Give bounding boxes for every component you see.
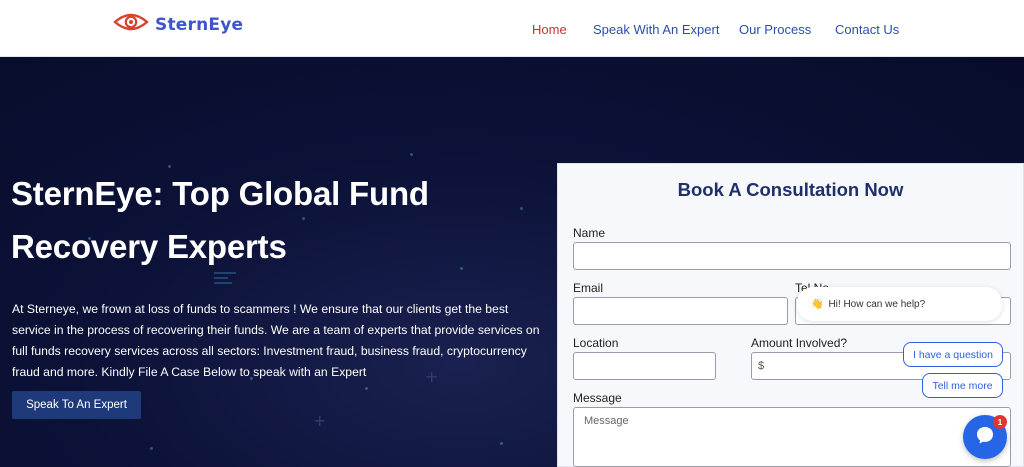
speak-to-expert-button[interactable]: Speak To An Expert — [12, 391, 141, 419]
nav-our-process[interactable]: Our Process — [739, 22, 811, 37]
hero-title-line2: Recovery Experts — [11, 228, 287, 265]
hero-title: SternEye: Top Global Fund Recovery Exper… — [11, 167, 481, 273]
chat-icon — [974, 424, 996, 451]
brand-name: SternEye — [155, 14, 244, 35]
chat-greeting-text: Hi! How can we help? — [828, 298, 926, 310]
hero-title-line1: SternEye: Top Global Fund — [11, 175, 429, 212]
nav-contact-us[interactable]: Contact Us — [835, 22, 899, 37]
waving-hand-icon: 👋 — [811, 298, 824, 310]
message-placeholder: Message — [584, 415, 629, 427]
brand-logo[interactable]: SternEye — [113, 11, 243, 38]
message-label: Message — [573, 391, 622, 405]
hero-description: At Sterneye, we frown at loss of funds t… — [12, 302, 540, 379]
chat-option-question[interactable]: I have a question — [903, 342, 1003, 367]
nav-speak-with-expert[interactable]: Speak With An Expert — [593, 22, 719, 37]
chat-option-tell-more[interactable]: Tell me more — [922, 373, 1003, 398]
nav-home[interactable]: Home — [532, 22, 567, 37]
form-title: Book A Consultation Now — [677, 179, 904, 200]
eye-logo-icon — [113, 11, 149, 38]
email-label: Email — [573, 281, 604, 295]
currency-prefix: $ — [758, 360, 765, 372]
name-label: Name — [573, 226, 606, 240]
location-label: Location — [573, 336, 619, 350]
email-input[interactable] — [573, 297, 788, 325]
location-input[interactable] — [573, 352, 716, 380]
message-textarea[interactable]: Message — [573, 407, 1011, 467]
amount-label: Amount Involved? — [751, 336, 848, 350]
chat-unread-badge: 1 — [993, 415, 1007, 429]
name-input[interactable] — [573, 242, 1011, 270]
chat-greeting-bubble[interactable]: 👋 Hi! How can we help? — [797, 287, 1002, 321]
site-header: SternEye Home Speak With An Expert Our P… — [0, 0, 1024, 57]
